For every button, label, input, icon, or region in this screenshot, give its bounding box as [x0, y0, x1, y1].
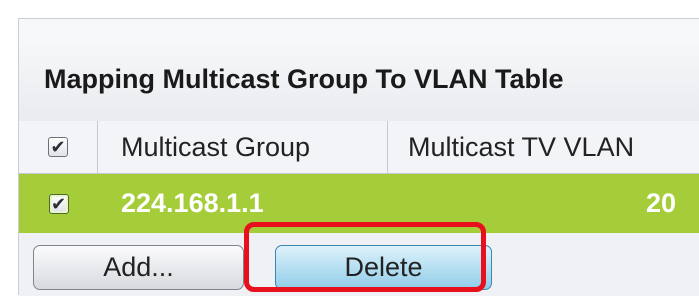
column-header-multicast-tv-vlan[interactable]: Multicast TV VLAN [388, 121, 699, 173]
column-header-multicast-group[interactable]: Multicast Group [98, 121, 388, 173]
table-row[interactable]: ✔ 224.168.1.1 20 [19, 174, 699, 233]
add-button[interactable]: Add... [33, 245, 244, 290]
select-all-checkbox-icon[interactable]: ✔ [48, 137, 68, 157]
row-multicast-tv-vlan: 20 [645, 188, 676, 218]
delete-button[interactable]: Delete [275, 245, 492, 290]
row-checkbox-icon[interactable]: ✔ [48, 193, 69, 214]
table-header-row: ✔ Multicast Group Multicast TV VLAN [19, 121, 699, 174]
row-select-cell[interactable]: ✔ [19, 174, 98, 233]
table-button-bar: Add... Delete [19, 233, 699, 296]
table-title: Mapping Multicast Group To VLAN Table [19, 37, 699, 122]
multicast-vlan-panel: Mapping Multicast Group To VLAN Table ✔ … [18, 18, 699, 296]
row-multicast-group: 224.168.1.1 [121, 188, 264, 218]
select-all-cell[interactable]: ✔ [19, 121, 98, 173]
